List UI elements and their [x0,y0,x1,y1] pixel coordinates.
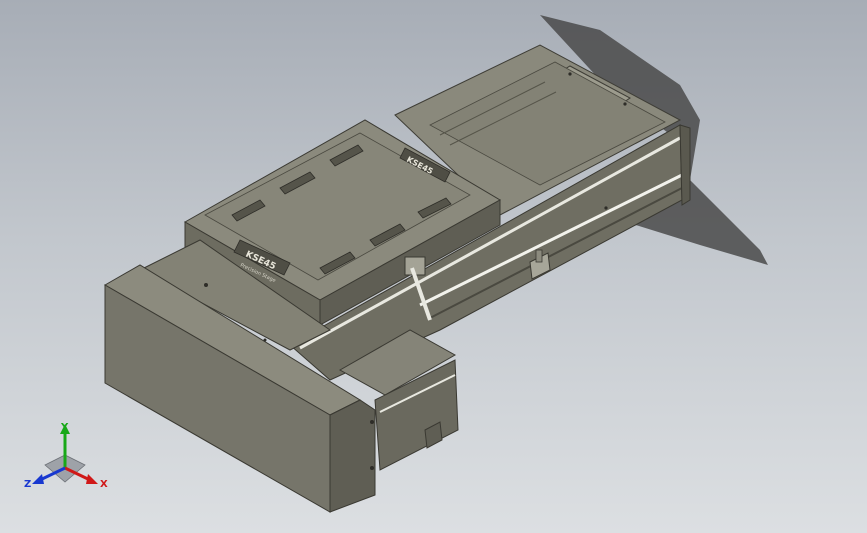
rail-screw [568,72,572,76]
motor-screw [263,338,267,342]
motor-screw [370,420,374,424]
graphics-viewport[interactable]: KSE45 Precision Stage KSE45 Y X Z [0,0,867,533]
z-axis-label: Z [24,479,31,490]
coordinate-triad-icon: Y X Z [24,422,108,490]
motor-side-face [329,399,376,513]
base-screw [204,283,208,287]
rail-end-face [679,124,691,206]
y-axis-label: Y [60,422,69,433]
rail-screw [623,102,627,106]
x-axis-label: X [100,479,108,490]
motor-screw [370,466,374,470]
rail-screw [604,206,608,210]
linear-actuator-model[interactable]: KSE45 Precision Stage KSE45 [0,0,867,533]
sensor-tab [535,249,543,263]
